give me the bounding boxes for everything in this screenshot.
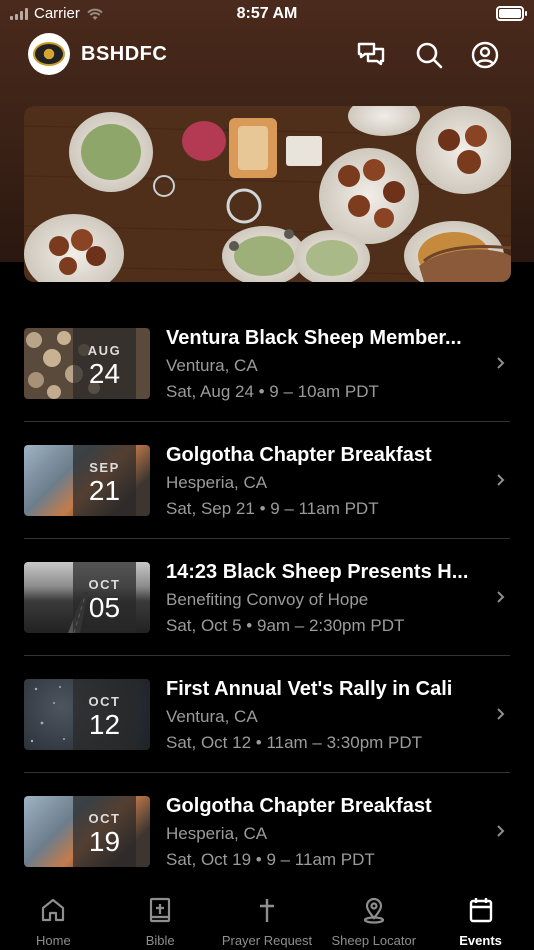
event-time: Sat, Sep 21 • 9 – 11am PDT [166,499,379,518]
event-row[interactable]: OCT 12 First Annual Vet's Rally in Cali … [0,656,534,773]
event-time: Sat, Oct 5 • 9am – 2:30pm PDT [166,616,405,635]
event-location: Benefiting Convoy of Hope [166,590,369,609]
date-badge: OCT 19 [73,796,136,867]
tab-label: Prayer Request [221,933,313,948]
tab-bible[interactable]: Bible [107,884,214,950]
status-bar: Carrier 8:57 AM [0,0,534,30]
home-icon [42,898,65,922]
event-thumbnail: OCT 12 [24,679,150,750]
event-month: OCT [88,694,121,709]
event-row[interactable]: SEP 21 Golgotha Chapter Breakfast Hesper… [0,422,534,539]
event-thumbnail: AUG 24 [24,328,150,399]
tab-label: Events [459,933,502,948]
event-month: OCT [88,811,121,826]
event-thumbnail: OCT 19 [24,796,150,867]
chat-icon[interactable] [356,40,386,70]
app-title: BSHDFC [81,43,168,65]
tab-label: Bible [145,933,175,948]
date-badge: AUG 24 [73,328,136,399]
event-day: 24 [88,358,121,389]
date-badge: SEP 21 [73,445,136,516]
event-day: 21 [88,475,121,506]
tab-home[interactable]: Home [0,884,107,950]
bible-icon [150,897,171,923]
event-title: First Annual Vet's Rally in Cali [166,678,453,700]
chevron-right-icon [497,591,505,603]
chevron-right-icon [497,474,505,486]
event-day: 05 [88,592,121,623]
date-badge: OCT 12 [73,679,136,750]
event-location: Ventura, CA [166,707,258,726]
profile-icon[interactable] [470,40,500,70]
tab-label: Sheep Locator [331,933,417,948]
event-location: Hesperia, CA [166,473,268,492]
app-logo[interactable] [28,33,70,75]
chevron-right-icon [497,357,505,369]
event-title: 14:23 Black Sheep Presents H... [166,561,469,583]
hero-image [24,106,511,282]
event-thumbnail: OCT 05 [24,562,150,633]
location-pin-icon [363,897,384,924]
chevron-right-icon [497,825,505,837]
event-month: SEP [89,460,120,475]
battery-icon [496,6,527,21]
tab-label: Home [36,933,71,948]
event-row[interactable]: OCT 05 14:23 Black Sheep Presents H... B… [0,539,534,656]
event-title: Golgotha Chapter Breakfast [166,444,432,466]
status-time: 8:57 AM [236,5,298,22]
event-title: Golgotha Chapter Breakfast [166,795,432,817]
chevron-right-icon [497,708,505,720]
tab-sheep-locator[interactable]: Sheep Locator [320,884,427,950]
tab-prayer-request[interactable]: Prayer Request [214,884,321,950]
app-header: BSHDFC [0,30,534,80]
event-time: Sat, Oct 12 • 11am – 3:30pm PDT [166,733,423,752]
tab-events[interactable]: Events [427,884,534,950]
cross-icon [259,899,274,922]
event-time: Sat, Oct 19 • 9 – 11am PDT [166,850,375,869]
event-location: Hesperia, CA [166,824,268,843]
event-thumbnail: SEP 21 [24,445,150,516]
event-day: 12 [88,709,121,740]
event-time: Sat, Aug 24 • 9 – 10am PDT [166,382,379,401]
date-badge: OCT 05 [73,562,136,633]
event-month: AUG [87,343,122,358]
search-icon[interactable] [414,40,444,70]
event-month: OCT [88,577,121,592]
tab-bar: Home Bible Prayer Request Sheep Locator … [0,884,534,950]
event-row[interactable]: AUG 24 Ventura Black Sheep Member... Ven… [0,305,534,422]
event-location: Ventura, CA [166,356,258,375]
event-row[interactable]: OCT 19 Golgotha Chapter Breakfast Hesper… [0,773,534,890]
calendar-icon [469,898,492,923]
event-day: 19 [88,826,121,857]
event-title: Ventura Black Sheep Member... [166,327,462,349]
